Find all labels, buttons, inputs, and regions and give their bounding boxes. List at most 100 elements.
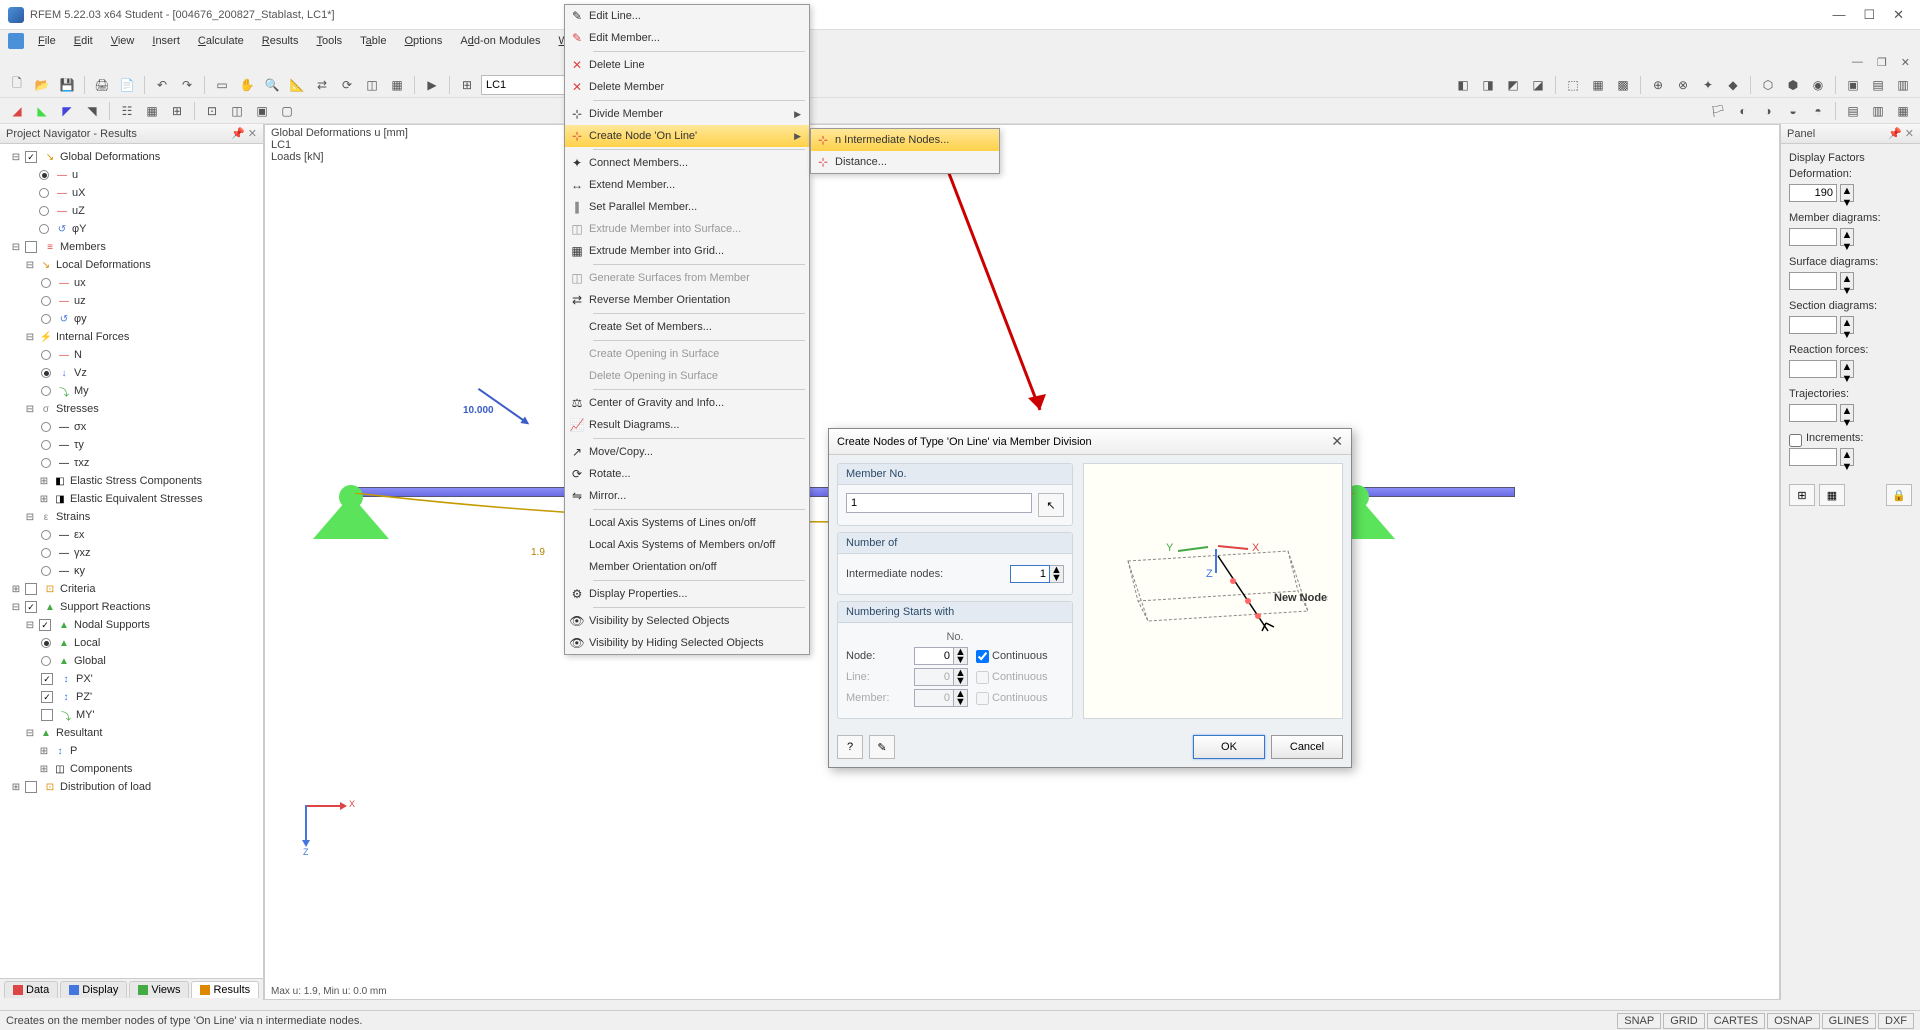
pan-button[interactable]: ⇄ xyxy=(311,74,333,96)
tb2-10[interactable]: ▣ xyxy=(251,100,273,122)
tb-a3[interactable]: ◩ xyxy=(1502,74,1524,96)
menu-results[interactable]: Results xyxy=(254,33,307,49)
dialog-close-button[interactable]: ✕ xyxy=(1331,433,1343,450)
submenu-n-intermediate[interactable]: ⊹n Intermediate Nodes... xyxy=(811,129,999,151)
status-glines[interactable]: GLINES xyxy=(1822,1013,1876,1029)
ctx-display-props[interactable]: ⚙Display Properties... xyxy=(565,583,809,605)
status-cartes[interactable]: CARTES xyxy=(1707,1013,1765,1029)
tb2-3[interactable]: ◤ xyxy=(56,100,78,122)
ctx-edit-member[interactable]: ✎Edit Member... xyxy=(565,27,809,49)
tb-c1[interactable]: ⊕ xyxy=(1647,74,1669,96)
minimize-button[interactable]: — xyxy=(1832,7,1845,23)
increments-check[interactable] xyxy=(1789,434,1802,447)
ctx-rotate[interactable]: ⟳Rotate... xyxy=(565,463,809,485)
deformation-input[interactable] xyxy=(1789,184,1837,202)
redo-button[interactable]: ↷ xyxy=(176,74,198,96)
ctx-vis-selected[interactable]: 👁Visibility by Selected Objects xyxy=(565,610,809,632)
tb2-r5[interactable]: ▤ xyxy=(1842,100,1864,122)
menu-edit[interactable]: Edit xyxy=(66,33,101,49)
tb-b3[interactable]: ▩ xyxy=(1612,74,1634,96)
panel-btn-2[interactable]: ▦ xyxy=(1819,484,1845,506)
tab-data[interactable]: Data xyxy=(4,981,58,998)
tb-b2[interactable]: ▦ xyxy=(1587,74,1609,96)
intermediate-nodes-input[interactable] xyxy=(1010,565,1050,583)
menu-options[interactable]: Options xyxy=(396,33,450,49)
measure-button[interactable]: 📐 xyxy=(286,74,308,96)
ctx-delete-line[interactable]: ✕Delete Line xyxy=(565,54,809,76)
tb-b1[interactable]: ⬚ xyxy=(1562,74,1584,96)
ctx-cog-info[interactable]: ⚖Center of Gravity and Info... xyxy=(565,392,809,414)
ctx-divide-member[interactable]: ⊹Divide Member▶ xyxy=(565,103,809,125)
status-dxf[interactable]: DXF xyxy=(1878,1013,1914,1029)
tb-e2[interactable]: ▤ xyxy=(1867,74,1889,96)
node-continuous-check[interactable] xyxy=(976,650,989,663)
rotate-button[interactable]: ⟳ xyxy=(336,74,358,96)
submenu-distance[interactable]: ⊹Distance... xyxy=(811,151,999,173)
ctx-edit-line[interactable]: ✎Edit Line... xyxy=(565,5,809,27)
ctx-result-diagrams[interactable]: 📈Result Diagrams... xyxy=(565,414,809,436)
status-osnap[interactable]: OSNAP xyxy=(1767,1013,1820,1029)
mdi-close[interactable]: ✕ xyxy=(1901,56,1910,69)
ctx-parallel-member[interactable]: ∥Set Parallel Member... xyxy=(565,196,809,218)
node-start-input[interactable] xyxy=(914,647,954,665)
view-button[interactable]: ▦ xyxy=(386,74,408,96)
hand-button[interactable]: ✋ xyxy=(236,74,258,96)
tb2-5[interactable]: ☷ xyxy=(116,100,138,122)
new-button[interactable]: 🗋 xyxy=(6,74,28,96)
tb2-4[interactable]: ◥ xyxy=(81,100,103,122)
tb-e3[interactable]: ▥ xyxy=(1892,74,1914,96)
open-button[interactable]: 📂 xyxy=(31,74,53,96)
status-snap[interactable]: SNAP xyxy=(1617,1013,1661,1029)
cancel-button[interactable]: Cancel xyxy=(1271,735,1343,759)
print-button[interactable]: 🖨 xyxy=(91,74,113,96)
tb-a4[interactable]: ◪ xyxy=(1527,74,1549,96)
save-button[interactable]: 💾 xyxy=(56,74,78,96)
tb2-8[interactable]: ⊡ xyxy=(201,100,223,122)
menu-addons[interactable]: Add-on Modules xyxy=(452,33,548,49)
pin-icon[interactable]: 📌 ✕ xyxy=(1888,127,1914,140)
ctx-delete-member[interactable]: ✕Delete Member xyxy=(565,76,809,98)
tb2-2[interactable]: ◣ xyxy=(31,100,53,122)
deformation-spinner[interactable]: ▲▼ xyxy=(1840,184,1854,202)
tb2-6[interactable]: ▦ xyxy=(141,100,163,122)
ctx-lax-lines[interactable]: Local Axis Systems of Lines on/off xyxy=(565,512,809,534)
tb2-r6[interactable]: ▥ xyxy=(1867,100,1889,122)
tb2-flag[interactable]: 🏳 xyxy=(1707,100,1729,122)
iso-button[interactable]: ◫ xyxy=(361,74,383,96)
tb2-9[interactable]: ◫ xyxy=(226,100,248,122)
tb-c4[interactable]: ◆ xyxy=(1722,74,1744,96)
tb-d2[interactable]: ⬢ xyxy=(1782,74,1804,96)
panel-btn-3[interactable]: 🔒 xyxy=(1886,484,1912,506)
ctx-create-node-online[interactable]: ⊹Create Node 'On Line'▶ xyxy=(565,125,809,147)
ctx-extrude-grid[interactable]: ▦Extrude Member into Grid... xyxy=(565,240,809,262)
tab-results[interactable]: Results xyxy=(191,981,259,998)
maximize-button[interactable]: ☐ xyxy=(1863,7,1875,23)
ctx-move-copy[interactable]: ↗Move/Copy... xyxy=(565,441,809,463)
tb2-r7[interactable]: ▦ xyxy=(1892,100,1914,122)
dialog-titlebar[interactable]: Create Nodes of Type 'On Line' via Membe… xyxy=(829,429,1351,455)
tb-d1[interactable]: ⬡ xyxy=(1757,74,1779,96)
menu-calculate[interactable]: Calculate xyxy=(190,33,252,49)
menu-table[interactable]: Table xyxy=(352,33,394,49)
edit-button[interactable]: ✎ xyxy=(869,735,895,759)
select-button[interactable]: ▭ xyxy=(211,74,233,96)
member-no-input[interactable] xyxy=(846,493,1032,513)
help-button[interactable]: ? xyxy=(837,735,863,759)
ctx-create-set[interactable]: Create Set of Members... xyxy=(565,316,809,338)
increments-input[interactable] xyxy=(1789,448,1837,466)
tb-c2[interactable]: ⊗ xyxy=(1672,74,1694,96)
tb-c3[interactable]: ✦ xyxy=(1697,74,1719,96)
tb-d3[interactable]: ◉ xyxy=(1807,74,1829,96)
menu-view[interactable]: View xyxy=(103,33,143,49)
tb-a1[interactable]: ◧ xyxy=(1452,74,1474,96)
tb-a2[interactable]: ◨ xyxy=(1477,74,1499,96)
ctx-vis-hide[interactable]: 👁Visibility by Hiding Selected Objects xyxy=(565,632,809,654)
tb2-1[interactable]: ◢ xyxy=(6,100,28,122)
trajectory-input[interactable] xyxy=(1789,404,1837,422)
ctx-connect-members[interactable]: ✦Connect Members... xyxy=(565,152,809,174)
undo-button[interactable]: ↶ xyxy=(151,74,173,96)
mdi-minimize[interactable]: — xyxy=(1852,56,1863,68)
close-button[interactable]: ✕ xyxy=(1893,7,1904,23)
surface-diag-input[interactable] xyxy=(1789,272,1837,290)
pin-icon[interactable]: 📌 ✕ xyxy=(231,127,257,140)
